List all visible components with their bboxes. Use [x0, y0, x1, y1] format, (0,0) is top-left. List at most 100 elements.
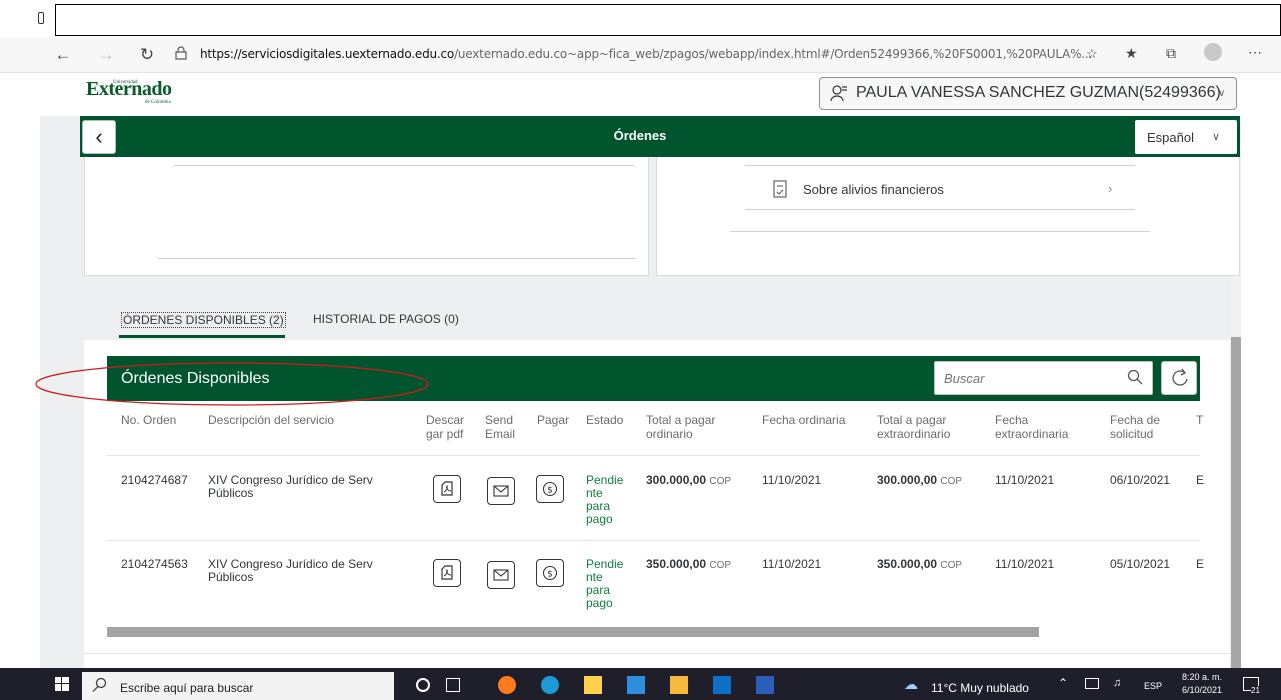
cell-fecha-solicitud: 05/10/2021 [1110, 557, 1171, 571]
pdf-icon [441, 481, 453, 496]
alivios-link[interactable]: Sobre alivios financieros [803, 182, 944, 197]
divider [84, 653, 1230, 654]
column-header[interactable]: Total a pagar extraordinario [877, 413, 950, 441]
language-select-value: Español [1147, 130, 1194, 145]
document-check-icon [773, 180, 787, 198]
word-icon[interactable] [756, 676, 774, 694]
cell-descripcion: XIV Congreso Jurídico de Serv Públicos [208, 473, 373, 500]
cell-fecha-ordinaria: 11/10/2021 [762, 557, 822, 571]
cell-descripcion: XIV Congreso Jurídico de Serv Públicos [208, 557, 373, 584]
file-explorer-icon[interactable] [670, 676, 688, 694]
search-input[interactable] [944, 369, 1114, 387]
user-icon [830, 85, 847, 102]
email-icon [493, 569, 509, 581]
logo-bottom-text: de Colombia [145, 100, 171, 105]
search-icon [92, 677, 107, 692]
vertical-scrollbar-thumb[interactable] [1231, 337, 1241, 668]
windows-start-icon[interactable] [55, 677, 69, 691]
cell-orden: 2104274687 [121, 473, 188, 487]
read-aloud-icon[interactable]: ☆ [1086, 46, 1098, 62]
back-arrow-icon[interactable]: ← [52, 44, 74, 66]
more-menu-icon[interactable]: ⋯ [1248, 44, 1262, 61]
row-divider [107, 540, 1200, 541]
send-email-button[interactable] [487, 477, 515, 505]
column-header[interactable]: Pagar [537, 413, 569, 427]
svg-text:$: $ [547, 486, 553, 496]
payment-icon: $ [542, 565, 558, 581]
pay-button[interactable]: $ [536, 475, 564, 503]
favorites-icon[interactable]: ★ [1125, 45, 1138, 62]
notifications-count: 21 [1251, 686, 1260, 695]
cell-fecha-extraordinaria: 11/10/2021 [995, 557, 1055, 571]
back-button[interactable]: ‹ [82, 120, 116, 154]
url-field[interactable]: https://serviciosdigitales.uexternado.ed… [200, 47, 1092, 61]
column-header[interactable]: Send Email [485, 413, 515, 441]
firefox-icon[interactable] [498, 676, 516, 694]
lock-icon[interactable] [174, 46, 188, 60]
edge-icon[interactable] [541, 676, 559, 694]
email-icon [493, 485, 509, 497]
cell-estado: Pendie nte para pago [586, 557, 624, 610]
forward-arrow-icon[interactable]: → [95, 44, 117, 66]
column-header[interactable]: Descripción del servicio [208, 413, 334, 427]
column-header[interactable]: Fecha de solicitud [1110, 413, 1160, 441]
url-path: /uexternado.edu.co~app~fica_web/zpagos/w… [454, 47, 1093, 61]
cell-total-ordinario: 350.000,00 COP [646, 557, 732, 572]
row-divider [107, 455, 1200, 456]
chevron-down-icon: ∨ [1212, 131, 1221, 143]
svg-text:$: $ [547, 570, 553, 580]
network-icon[interactable] [1085, 678, 1099, 689]
cell-truncated: E [1196, 557, 1205, 571]
chevron-down-icon: ∨ [1218, 88, 1226, 99]
info-panel-right [656, 157, 1240, 276]
taskbar-search-text: Escribe aquí para buscar [120, 681, 254, 695]
cell-estado: Pendie nte para pago [586, 473, 624, 526]
cortana-icon[interactable] [416, 678, 430, 692]
horizontal-scrollbar-thumb[interactable] [107, 627, 1039, 637]
pay-button[interactable]: $ [536, 559, 564, 587]
window-icon [38, 12, 44, 24]
column-header[interactable]: Total a pagar ordinario [646, 413, 715, 441]
cell-total-extraordinario: 300.000,00 COP [877, 473, 963, 488]
tab-ordenes-disponibles[interactable]: ÓRDENES DISPONIBLES (2) [121, 312, 286, 328]
cell-fecha-extraordinaria: 11/10/2021 [995, 473, 1055, 487]
search-icon[interactable] [1126, 368, 1144, 386]
url-host: https://serviciosdigitales.uexternado.ed… [200, 47, 455, 61]
outlook-icon[interactable] [713, 676, 731, 694]
divider [174, 165, 634, 166]
refresh-icon [1172, 368, 1188, 386]
profile-avatar-icon[interactable] [1204, 43, 1222, 61]
logo[interactable]: Externado [86, 78, 172, 101]
task-view-icon[interactable] [446, 678, 460, 692]
title-box [55, 4, 1281, 36]
cell-total-ordinario: 300.000,00 COP [646, 473, 732, 488]
tab-historial-pagos[interactable]: HISTORIAL DE PAGOS (0) [313, 312, 459, 326]
cell-fecha-solicitud: 06/10/2021 [1110, 473, 1171, 487]
taskbar-language[interactable]: ESP [1144, 681, 1162, 691]
volume-icon[interactable]: ♫ [1113, 677, 1121, 689]
reload-icon[interactable]: ↻ [136, 44, 158, 66]
store-icon[interactable] [584, 676, 602, 694]
chevron-right-icon[interactable]: › [1108, 181, 1112, 196]
column-header[interactable]: No. Orden [121, 413, 176, 427]
cell-total-extraordinario: 350.000,00 COP [877, 557, 963, 572]
divider [730, 231, 1150, 232]
taskbar-clock[interactable]: 8:20 a. m. 6/10/2021 [1178, 671, 1226, 697]
download-pdf-button[interactable] [433, 559, 461, 587]
column-header[interactable]: Fecha extraordinaria [995, 413, 1068, 441]
divider [745, 209, 1135, 210]
taskbar-weather[interactable]: 11°C Muy nublado [931, 681, 1029, 695]
column-header[interactable]: Fecha ordinaria [762, 413, 845, 427]
divider [745, 165, 1135, 166]
send-email-button[interactable] [487, 561, 515, 589]
mail-icon[interactable] [627, 676, 645, 694]
payment-icon: $ [542, 481, 558, 497]
collections-icon[interactable]: ⧉ [1166, 45, 1176, 62]
column-header[interactable]: T [1196, 413, 1203, 427]
download-pdf-button[interactable] [433, 475, 461, 503]
chevron-up-icon[interactable]: ⌃ [1058, 676, 1068, 690]
cell-fecha-ordinaria: 11/10/2021 [762, 473, 822, 487]
column-header[interactable]: Estado [586, 413, 623, 427]
column-header[interactable]: Descar gar pdf [426, 413, 464, 441]
refresh-button[interactable] [1161, 361, 1197, 395]
